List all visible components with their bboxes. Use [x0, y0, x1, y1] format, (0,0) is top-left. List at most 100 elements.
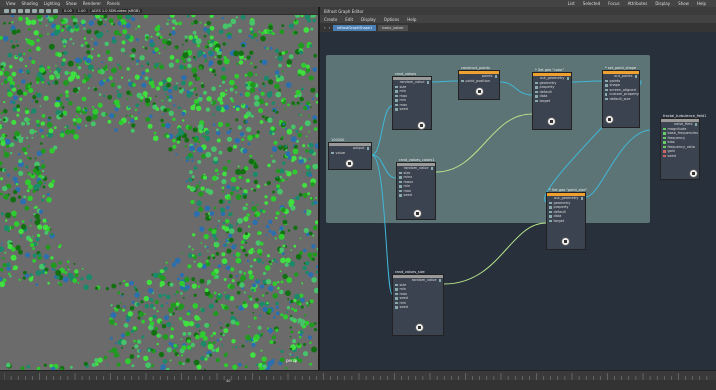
point-particle — [221, 225, 226, 230]
point-particle — [214, 247, 217, 250]
menu-panels[interactable]: Panels — [107, 1, 120, 6]
menu-attributes[interactable]: Attributes — [628, 1, 648, 6]
point-particle — [91, 362, 96, 367]
menu-edit[interactable]: Edit — [345, 17, 353, 22]
point-particle — [10, 254, 17, 261]
point-particle — [238, 175, 242, 179]
node-construct-points[interactable]: construct_points points point_position — [458, 66, 500, 100]
3d-viewport[interactable] — [0, 15, 318, 370]
point-particle — [46, 193, 50, 196]
node-fractal-turbulence[interactable]: fractal_turbulence_field1 noise_field ma… — [660, 114, 706, 180]
lights-icon[interactable] — [32, 8, 37, 13]
point-particle — [132, 326, 137, 330]
xray-icon[interactable] — [53, 8, 58, 13]
node-set-geo-point-size[interactable]: * Set geo "point_size" out_geometry geom… — [546, 188, 587, 250]
point-particle — [125, 22, 131, 28]
graph-canvas[interactable]: rand_values random_value size min max mi… — [320, 32, 716, 370]
point-particle — [268, 219, 273, 224]
menu-shading[interactable]: Shading — [22, 1, 38, 6]
point-particle — [254, 95, 260, 101]
point-particle — [31, 59, 36, 65]
point-particle — [215, 242, 219, 246]
node-value[interactable]: 100000 output value — [328, 138, 372, 170]
point-particle — [23, 52, 26, 56]
menu-options[interactable]: Options — [384, 17, 399, 22]
point-particle — [76, 117, 82, 124]
menu-show[interactable]: Show — [66, 1, 77, 6]
point-particle — [309, 197, 313, 200]
color-space-field[interactable]: ACES 1.0 SDR-video (sRGB) — [89, 8, 142, 13]
point-particle — [136, 290, 139, 294]
point-particle — [284, 50, 288, 54]
forward-arrow-icon[interactable]: › — [329, 25, 331, 30]
point-particle — [27, 195, 33, 201]
menu-lighting[interactable]: Lighting — [44, 1, 60, 6]
point-particle — [232, 254, 235, 257]
point-particle — [67, 60, 74, 67]
wireframe-icon[interactable] — [18, 8, 23, 13]
node-set-point-shape[interactable]: * set_point_shape out_points points shap… — [602, 66, 640, 128]
back-arrow-icon[interactable]: ‹ — [324, 25, 326, 30]
point-particle — [244, 365, 248, 369]
wire-value-to-rand — [371, 105, 393, 156]
menu-focus[interactable]: Focus — [608, 1, 619, 6]
point-particle — [98, 93, 102, 96]
point-particle — [131, 53, 136, 58]
exposure-field[interactable]: 0.00 — [62, 8, 74, 13]
point-particle — [0, 212, 5, 216]
isolate-icon[interactable] — [46, 8, 51, 13]
node-rand-values-size[interactable]: rand_values_size random_value size min m… — [392, 270, 444, 336]
point-particle — [123, 305, 126, 308]
camera-icon[interactable] — [4, 8, 9, 13]
point-particle — [180, 338, 183, 341]
timeline[interactable]: 40 — [0, 370, 716, 390]
menu-show-right[interactable]: Show — [678, 1, 689, 6]
shadows-icon[interactable] — [39, 8, 44, 13]
point-particle — [30, 219, 33, 222]
menu-help-ge[interactable]: Help — [407, 17, 416, 22]
shaded-icon[interactable] — [25, 8, 30, 13]
gamma-field[interactable]: 1.00 — [75, 8, 88, 13]
point-particle — [264, 75, 269, 81]
point-particle — [313, 53, 318, 58]
menu-create[interactable]: Create — [324, 17, 337, 22]
point-particle — [36, 218, 41, 223]
menu-display-ge[interactable]: Display — [361, 17, 376, 22]
point-particle — [213, 206, 217, 210]
grid-icon[interactable] — [11, 8, 16, 13]
point-particle — [198, 140, 201, 144]
menu-view[interactable]: View — [6, 1, 16, 6]
menu-selected[interactable]: Selected — [583, 1, 600, 6]
point-particle — [162, 334, 169, 340]
point-particle — [25, 165, 29, 169]
point-particle — [191, 254, 195, 257]
point-particle — [248, 325, 251, 328]
point-particle — [251, 206, 257, 212]
tab-bifrost-graph-shape[interactable]: bifrostGraphShape1 — [333, 24, 377, 31]
point-particle — [0, 242, 3, 245]
point-particle — [217, 96, 223, 102]
point-particle — [200, 84, 205, 88]
point-particle — [228, 228, 235, 234]
point-particle — [50, 256, 54, 260]
point-particle — [253, 334, 260, 341]
node-rand-values[interactable]: rand_values random_value size min max mi… — [392, 72, 432, 130]
menu-list[interactable]: List — [568, 1, 575, 6]
menu-renderer[interactable]: Renderer — [83, 1, 101, 6]
point-particle — [177, 354, 180, 357]
point-particle — [218, 150, 223, 155]
menu-display[interactable]: Display — [655, 1, 670, 6]
menu-help-right[interactable]: Help — [697, 1, 706, 6]
node-rand-values-colors[interactable]: rand_values_colors1 random_value size mi… — [396, 158, 436, 220]
point-particle — [38, 166, 42, 170]
point-particle — [286, 178, 288, 181]
tab-basic-solver[interactable]: basic_solver — [378, 24, 408, 31]
point-particle — [185, 180, 188, 183]
point-particle — [191, 283, 197, 289]
point-particle — [303, 210, 307, 213]
node-rand-values-size-icon — [415, 323, 424, 332]
point-particle — [195, 334, 200, 340]
point-particle — [207, 343, 214, 350]
point-particle — [55, 269, 62, 276]
node-set-geo-color[interactable]: * Set geo "color" out_geometry geometry … — [532, 68, 572, 130]
